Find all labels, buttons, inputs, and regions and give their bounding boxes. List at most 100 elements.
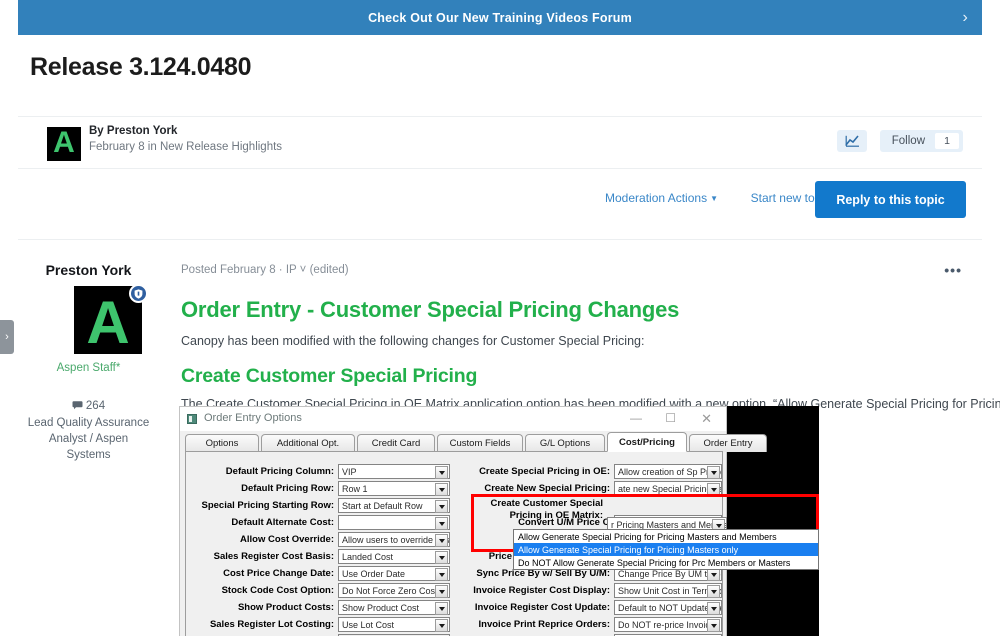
post-count-value: 264 (85, 400, 106, 412)
field-label: Allow Cost Override: (240, 534, 334, 545)
author-byline: By Preston York (89, 125, 178, 137)
author-job-title: Lead Quality Assurance Analyst / Aspen S… (27, 417, 150, 461)
stock-code-cost-option-combo[interactable]: Do Not Force Zero Cost (338, 583, 450, 598)
tab-order-entry[interactable]: Order Entry (689, 434, 767, 452)
chevron-down-icon[interactable] (707, 466, 720, 479)
tab-custom-fields[interactable]: Custom Fields (437, 434, 523, 452)
tab-gl-options[interactable]: G/L Options (525, 434, 605, 452)
announcement-banner-text: Check Out Our New Training Videos Forum (368, 10, 632, 25)
maximize-button[interactable]: ☐ (665, 411, 676, 425)
combo-value: Do Not Force Zero Cost (342, 585, 438, 596)
create-customer-special-pricing-dropdown-list[interactable]: Allow Generate Special Pricing for Prici… (513, 529, 819, 570)
chevron-right-icon[interactable]: › (962, 9, 968, 27)
moderation-actions-label: Moderation Actions (605, 191, 708, 205)
combo-value: Allow users to override cost (342, 534, 449, 545)
follow-label: Follow (891, 135, 925, 147)
cost-price-change-date-combo[interactable]: Use Order Date (338, 566, 450, 581)
activity-chart-glyph (844, 135, 859, 147)
post-timestamp[interactable]: Posted February 8 · IP ˅ (edited) (181, 264, 349, 276)
chevron-down-icon[interactable] (435, 500, 448, 513)
minimize-button[interactable]: — (630, 411, 642, 425)
combo-value: Show Unit Cost in Terms of Sto (618, 585, 721, 596)
announcement-banner[interactable]: Check Out Our New Training Videos Forum … (18, 0, 982, 35)
combo-value: Default to NOT Update the Pro (618, 602, 721, 613)
tab-credit-card[interactable]: Credit Card (357, 434, 435, 452)
moderation-actions-dropdown[interactable]: Moderation Actions ▼ (605, 191, 718, 205)
field-label: Cost Price Change Date: (223, 568, 334, 579)
chevron-down-icon[interactable] (707, 602, 720, 615)
chevron-down-icon[interactable] (435, 483, 448, 496)
tab-cost-pricing[interactable]: Cost/Pricing (607, 432, 687, 452)
chevron-down-icon: ▼ (710, 194, 718, 204)
field-label: Sales Register Lot Costing: (209, 619, 334, 630)
default-pricing-column-combo[interactable]: VIP (338, 464, 450, 479)
post-paragraph-1: Canopy has been modified with the follow… (181, 334, 645, 348)
combo-value: r Pricing Masters and Members (611, 519, 726, 530)
topic-actions: Moderation Actions ▼ Start new topic Repl… (18, 169, 982, 231)
embedded-dialog-screenshot: Order Entry Options — ☐ ✕ Options Additi… (179, 406, 819, 636)
field-label: Show Product Costs: (237, 602, 334, 613)
author-subline: February 8 in New Release Highlights (89, 141, 283, 153)
chevron-down-icon[interactable] (435, 568, 448, 581)
post-count: 264 (18, 400, 159, 412)
field-label: Default Pricing Column: (225, 466, 334, 477)
chevron-down-icon[interactable] (435, 534, 448, 547)
avatar[interactable]: A (47, 127, 81, 161)
post-author-name[interactable]: Preston York (18, 262, 159, 278)
combo-value: Show Product Cost (342, 602, 420, 613)
sidebar-toggle-icon[interactable]: › (0, 320, 14, 354)
field-label: Default Alternate Cost: (231, 517, 334, 528)
close-button[interactable]: ✕ (701, 411, 712, 427)
field-label: Invoice Print Reprice Orders: (478, 619, 610, 630)
combo-value: ate new Special Pricing record (618, 483, 721, 494)
post-container: › Preston York A Aspen Staff* 264 Lead Q… (0, 239, 1000, 636)
field-label: Create New Special Pricing: (484, 483, 610, 494)
dialog-tabstrip: Options Additional Opt. Credit Card Cust… (185, 432, 767, 452)
sales-register-lot-costing-combo[interactable]: Use Lot Cost (338, 617, 450, 632)
post-heading-secondary: Create Customer Special Pricing (181, 365, 478, 387)
topic-header: Release 3.124.0480 order entry × custome… (18, 35, 982, 136)
combo-value: VIP (342, 466, 357, 477)
chevron-down-icon[interactable] (435, 602, 448, 615)
follow-count: 1 (935, 133, 959, 149)
window-app-icon (187, 414, 197, 424)
chevron-down-icon[interactable] (435, 585, 448, 598)
sales-register-cost-basis-combo[interactable]: Landed Cost (338, 549, 450, 564)
post-author-sidebar: › Preston York A Aspen Staff* 264 Lead Q… (0, 240, 159, 636)
activity-chart-icon[interactable] (837, 130, 867, 152)
invoice-register-cost-display-combo[interactable]: Show Unit Cost in Terms of Sto (614, 583, 722, 598)
field-label: Stock Code Cost Option: (221, 585, 334, 596)
chevron-down-icon[interactable] (435, 466, 448, 479)
shield-glyph (134, 288, 143, 299)
create-special-pricing-in-oe-combo[interactable]: Allow creation of Sp Prc on the (614, 464, 722, 479)
chevron-down-icon[interactable] (435, 619, 448, 632)
dropdown-option[interactable]: Allow Generate Special Pricing for Prici… (514, 530, 818, 543)
combo-value: Row 1 (342, 483, 368, 494)
author-rank: Aspen Staff* (56, 362, 121, 374)
comment-icon (72, 401, 83, 410)
special-pricing-starting-row-combo[interactable]: Start at Default Row (338, 498, 450, 513)
chevron-down-icon[interactable] (707, 585, 720, 598)
show-product-costs-combo[interactable]: Show Product Cost (338, 600, 450, 615)
dialog-title: Order Entry Options (204, 412, 302, 424)
chevron-down-icon[interactable] (435, 517, 448, 530)
chevron-down-icon[interactable] (707, 619, 720, 632)
dropdown-option-selected[interactable]: Allow Generate Special Pricing for Prici… (514, 543, 818, 556)
combo-value: Use Lot Cost (342, 619, 395, 630)
invoice-register-cost-update-combo[interactable]: Default to NOT Update the Pro (614, 600, 722, 615)
ellipsis-icon[interactable]: ••• (944, 262, 962, 278)
default-pricing-row-combo[interactable]: Row 1 (338, 481, 450, 496)
invoice-print-reprice-orders-combo[interactable]: Do NOT re-price Invoices (614, 617, 722, 632)
allow-cost-override-combo[interactable]: Allow users to override cost (338, 532, 450, 547)
dropdown-option[interactable]: Do NOT Allow Generate Special Pricing fo… (514, 556, 818, 569)
default-alternate-cost-combo[interactable] (338, 515, 450, 530)
tab-options[interactable]: Options (185, 434, 259, 452)
combo-value: Change Price By UM to Sell By (618, 568, 721, 579)
follow-button[interactable]: Follow 1 (879, 130, 963, 152)
shield-badge-icon (129, 284, 148, 303)
tab-additional-opt[interactable]: Additional Opt. (261, 434, 355, 452)
topic-author-card: A By Preston York February 8 in New Rele… (18, 116, 982, 169)
combo-value: Start at Default Row (342, 500, 423, 511)
reply-to-topic-button[interactable]: Reply to this topic (815, 181, 966, 218)
chevron-down-icon[interactable] (435, 551, 448, 564)
